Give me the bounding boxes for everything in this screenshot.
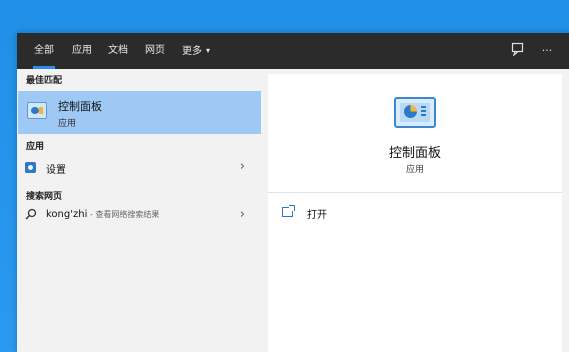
tab-documents[interactable]: 文档	[108, 42, 128, 60]
tab-more[interactable]: 更多 ▾	[182, 42, 210, 60]
control-panel-icon-pie	[31, 107, 39, 114]
chevron-right-icon[interactable]: ›	[240, 159, 245, 174]
web-search-item[interactable]: kong'zhi - 查看网络搜索结果 ›	[18, 205, 261, 227]
results-list: 最佳匹配 控制面板 应用 应用 设置 › 搜索网页 kong'zhi - 查看网…	[17, 69, 261, 352]
control-panel-icon	[27, 102, 47, 119]
control-panel-icon-pie	[404, 105, 417, 118]
tab-apps[interactable]: 应用	[72, 42, 92, 60]
chevron-down-icon: ▾	[206, 46, 211, 55]
tab-web[interactable]: 网页	[145, 42, 165, 60]
tab-more-label: 更多	[182, 46, 202, 57]
best-match-title: 控制面板	[58, 100, 102, 113]
preview-title: 控制面板	[388, 146, 441, 161]
gear-icon	[25, 162, 36, 173]
search-icon	[25, 208, 37, 223]
preview-pane: 控制面板 应用 打开	[268, 74, 562, 352]
search-topbar: 全部 应用 文档 网页 更多 ▾ ···	[17, 33, 569, 69]
open-icon	[282, 205, 295, 217]
search-panel: 全部 应用 文档 网页 更多 ▾ ··· 最佳匹配 控制面板 应用 应用 设置 …	[17, 33, 569, 352]
chevron-right-icon[interactable]: ›	[240, 207, 245, 222]
open-label: 打开	[307, 210, 327, 221]
preview-subtitle: 应用	[405, 165, 424, 175]
tab-all[interactable]: 全部	[33, 42, 55, 69]
more-options-icon[interactable]: ···	[538, 42, 556, 60]
control-panel-icon	[394, 97, 436, 128]
web-search-heading: 搜索网页	[26, 192, 63, 202]
search-icon-graphic	[25, 208, 37, 220]
best-match-heading: 最佳匹配	[26, 76, 63, 86]
best-match-subtitle: 应用	[58, 119, 77, 129]
control-panel-icon-bars	[421, 106, 426, 118]
feedback-icon-graphic	[511, 42, 524, 57]
web-search-hint: - 查看网络搜索结果	[87, 210, 160, 219]
preview-divider	[268, 192, 562, 193]
best-match-item[interactable]: 控制面板 应用	[18, 91, 261, 134]
app-item-label: 设置	[46, 165, 66, 176]
app-item-settings[interactable]: 设置 ›	[18, 157, 261, 179]
apps-heading: 应用	[26, 142, 45, 152]
web-search-query-text: kong'zhi	[46, 209, 88, 220]
control-panel-icon-bar	[39, 107, 43, 114]
feedback-icon[interactable]	[509, 42, 527, 60]
web-search-query: kong'zhi - 查看网络搜索结果	[46, 209, 159, 220]
